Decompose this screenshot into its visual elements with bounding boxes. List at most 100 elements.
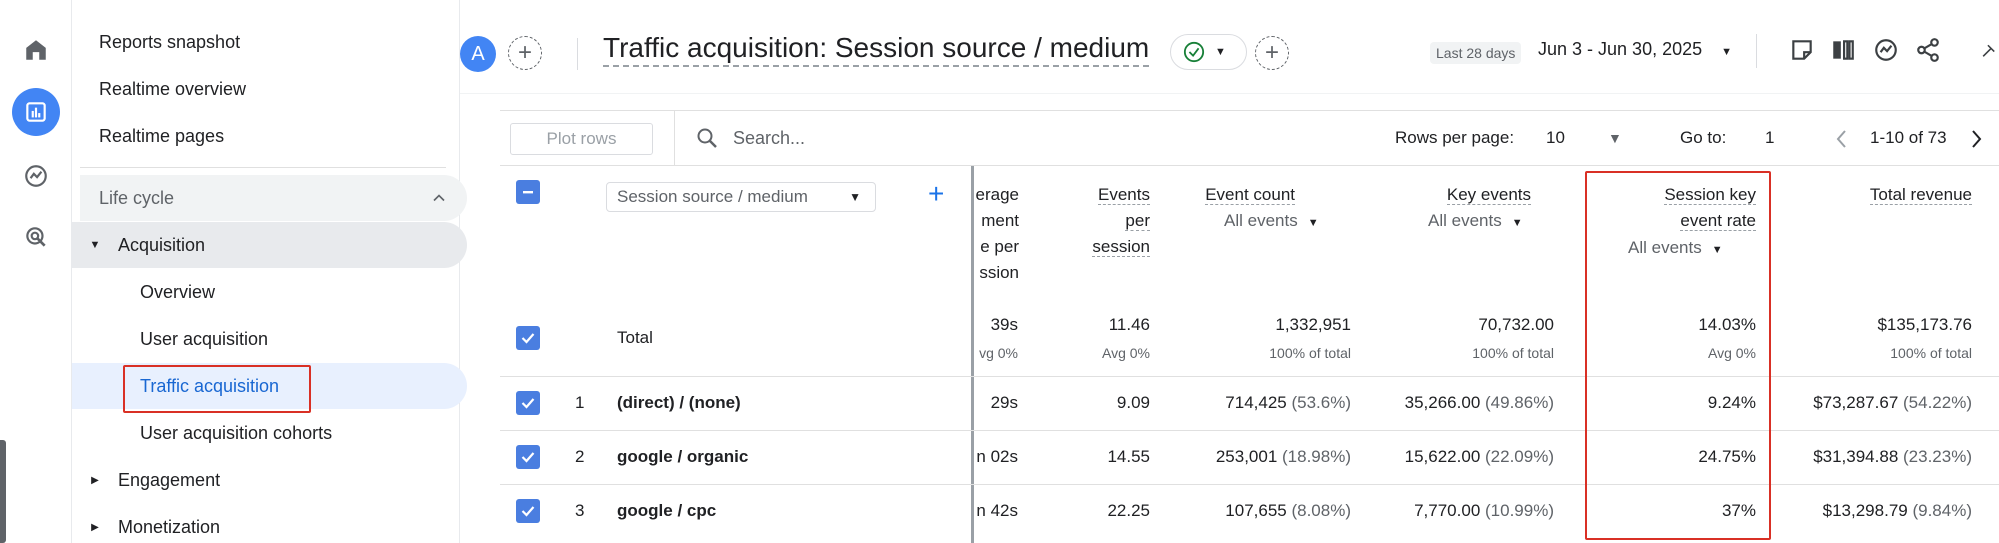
- row-checkbox[interactable]: [516, 445, 540, 469]
- check-icon: [521, 333, 535, 344]
- col-header-line: per: [1125, 211, 1150, 231]
- select-all-checkbox[interactable]: [516, 180, 540, 204]
- add-dimension-button[interactable]: +: [928, 180, 944, 208]
- percent: (9.84%): [1912, 501, 1972, 520]
- add-comparison-button[interactable]: +: [508, 36, 542, 70]
- row-key-events: 15,622.00 (22.09%): [1330, 447, 1554, 467]
- total-revenue-sub: 100% of total: [1890, 345, 1972, 361]
- section-life-cycle[interactable]: Life cycle: [80, 175, 467, 221]
- dropdown-arrow-icon: ▼: [849, 190, 861, 204]
- left-rail: [0, 0, 72, 543]
- pagination-range: 1-10 of 73: [1870, 128, 1947, 147]
- row-number: 3: [575, 501, 585, 520]
- row-events-per-session: 14.55: [1107, 447, 1150, 466]
- row-number: 2: [575, 447, 585, 466]
- date-range-picker[interactable]: Jun 3 - Jun 30, 2025 ▼: [1538, 39, 1732, 60]
- table-search[interactable]: [695, 126, 1033, 150]
- add-report-button[interactable]: +: [1255, 36, 1289, 70]
- header-divider: [1756, 34, 1757, 68]
- reports-icon[interactable]: [12, 88, 60, 136]
- share-icon[interactable]: [1913, 35, 1943, 65]
- col-header-line: Events: [1098, 185, 1150, 205]
- col-header-key-events[interactable]: Key events: [1330, 182, 1531, 208]
- page-title[interactable]: Traffic acquisition: Session source / me…: [603, 32, 1150, 67]
- row-event-count: 714,425 (53.6%): [1150, 393, 1351, 413]
- col-header-label: Key events: [1446, 185, 1531, 205]
- section-life-cycle-label: Life cycle: [99, 187, 175, 208]
- annotation-box-nav: [123, 365, 311, 413]
- row-revenue: $73,287.67 (54.22%): [1770, 393, 1972, 413]
- header-bottom-border: [460, 93, 1999, 94]
- nav-overview[interactable]: Overview: [140, 270, 215, 314]
- col-header-line: ssion: [979, 263, 1019, 282]
- avatar[interactable]: A: [460, 36, 496, 72]
- key-events-filter[interactable]: All events ▼: [1428, 211, 1558, 231]
- chevron-right-icon[interactable]: [1968, 128, 1984, 150]
- goto-input[interactable]: 1: [1765, 128, 1774, 148]
- dimension-select[interactable]: Session source / medium ▼: [606, 182, 876, 212]
- insights-icon[interactable]: [1871, 35, 1901, 65]
- row-checkbox[interactable]: [516, 391, 540, 415]
- row-dimension-value[interactable]: (direct) / (none): [617, 393, 741, 413]
- minus-icon: [523, 191, 533, 194]
- col-header-event-count[interactable]: Event count: [1150, 182, 1295, 208]
- row-event-count: 253,001 (18.98%): [1150, 447, 1351, 467]
- edit-report-icon[interactable]: [1787, 35, 1817, 65]
- col-header-events-per-session[interactable]: Events per session: [1040, 182, 1150, 260]
- total-event-count: 1,332,951: [1275, 315, 1351, 334]
- total-revenue: $135,173.76: [1877, 315, 1972, 334]
- col-header-label: Event count: [1205, 185, 1295, 205]
- nav-reports-snapshot[interactable]: Reports snapshot: [99, 20, 240, 64]
- nav-realtime-pages[interactable]: Realtime pages: [99, 114, 224, 158]
- value: 107,655: [1225, 501, 1287, 520]
- nav-group-engagement-label: Engagement: [118, 469, 221, 490]
- compare-icon[interactable]: [1828, 35, 1858, 65]
- percent: (23.23%): [1903, 447, 1972, 466]
- goto-label: Go to:: [1680, 128, 1727, 147]
- col-header-line: session: [1092, 237, 1150, 257]
- chevron-up-icon: [433, 194, 445, 202]
- row-key-events: 35,266.00 (49.86%): [1330, 393, 1554, 413]
- report-status-chip[interactable]: ▼: [1170, 34, 1247, 70]
- row-checkbox[interactable]: [516, 499, 540, 523]
- nav-group-acquisition-label: Acquisition: [118, 234, 206, 255]
- row-dimension-value[interactable]: google / cpc: [617, 501, 716, 521]
- value: 714,425: [1225, 393, 1287, 412]
- frozen-column-divider[interactable]: [971, 166, 974, 543]
- filter-label: All events: [1428, 211, 1502, 230]
- dropdown-arrow-icon: ▼: [1215, 46, 1226, 58]
- value: 7,770.00: [1414, 501, 1481, 520]
- percent: (22.09%): [1485, 447, 1554, 466]
- value: 35,266.00: [1404, 393, 1481, 412]
- nav-group-monetization[interactable]: ▶ Monetization: [72, 505, 220, 543]
- explore-icon[interactable]: [1980, 35, 1999, 65]
- explore-icon[interactable]: [12, 152, 60, 200]
- scroll-handle[interactable]: [0, 440, 6, 543]
- plot-rows-button[interactable]: Plot rows: [510, 123, 653, 155]
- total-row-checkbox[interactable]: [516, 326, 540, 350]
- home-icon[interactable]: [12, 26, 60, 74]
- nav-group-acquisition[interactable]: ▼ Acquisition: [72, 222, 467, 268]
- total-avg-engagement: 39s: [990, 315, 1018, 334]
- advertising-icon[interactable]: [12, 213, 60, 261]
- caret-right-icon: ▶: [91, 521, 99, 533]
- row-dimension-value[interactable]: google / organic: [617, 447, 748, 467]
- row-avg-engagement: n 02s: [976, 447, 1018, 466]
- nav-realtime-overview[interactable]: Realtime overview: [99, 67, 246, 111]
- row-key-events: 7,770.00 (10.99%): [1330, 501, 1554, 521]
- rows-per-page-dropdown-icon[interactable]: ▼: [1608, 130, 1622, 146]
- nav-user-acquisition[interactable]: User acquisition: [140, 317, 268, 361]
- event-count-filter[interactable]: All events ▼: [1150, 211, 1338, 231]
- check-circle-icon: [1183, 41, 1205, 63]
- row-events-per-session: 22.25: [1107, 501, 1150, 520]
- chevron-left-icon[interactable]: [1834, 128, 1850, 150]
- rows-per-page-value[interactable]: 10: [1546, 128, 1565, 148]
- filter-label: All events: [1224, 211, 1298, 230]
- col-header-total-revenue[interactable]: Total revenue: [1800, 182, 1972, 208]
- nav-group-engagement[interactable]: ▶ Engagement: [72, 458, 220, 502]
- date-preset-label[interactable]: Last 28 days: [1430, 42, 1522, 64]
- value: 253,001: [1215, 447, 1278, 466]
- col-header-avg-engagement[interactable]: erage ment e per ssion: [975, 182, 1019, 286]
- nav-user-acquisition-cohorts[interactable]: User acquisition cohorts: [140, 411, 332, 455]
- search-input[interactable]: [733, 127, 1033, 149]
